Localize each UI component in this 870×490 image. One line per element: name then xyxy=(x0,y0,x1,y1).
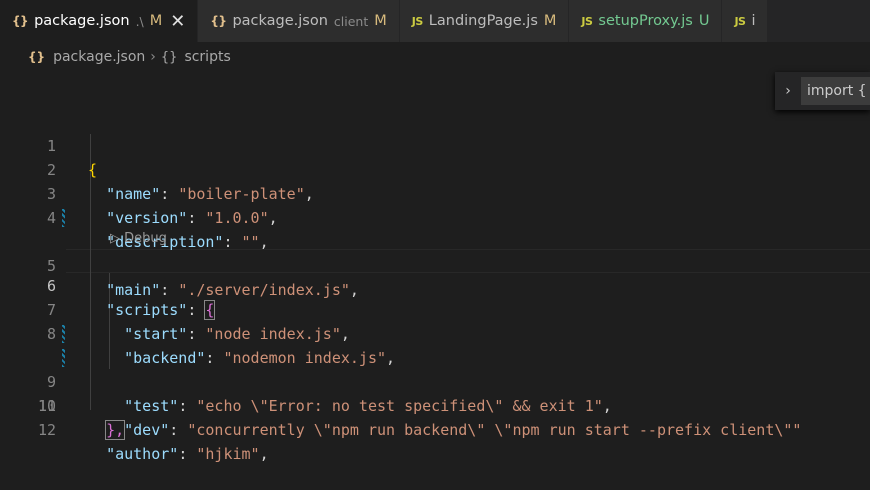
json-file-icon: {} xyxy=(28,50,46,64)
bracket: }, xyxy=(105,420,126,440)
tab-package-json-client[interactable]: {} package.json client M xyxy=(198,0,400,42)
js-file-icon: JS xyxy=(734,14,746,28)
tab-label: i xyxy=(751,13,756,29)
tab-label: package.json xyxy=(34,13,130,29)
json-file-icon: {} xyxy=(12,14,29,28)
code-line: 7 "start": "node index.js", xyxy=(0,274,870,343)
tab-setupproxy-js[interactable]: JS setupProxy.js U xyxy=(569,0,723,42)
tab-label: LandingPage.js xyxy=(428,13,538,29)
chevron-right-icon[interactable]: › xyxy=(775,83,801,99)
code-line: 11 }, xyxy=(0,370,870,440)
json-key: "dev" xyxy=(124,421,170,439)
modified-badge: M xyxy=(149,13,163,29)
tab-landingpage-js[interactable]: JS LandingPage.js M xyxy=(399,0,570,42)
object-icon: {} xyxy=(160,49,178,65)
breadcrumb-section[interactable]: scripts xyxy=(184,49,230,65)
code-editor[interactable]: 1 { 2 "name": "boiler-plate", 3 "version… xyxy=(0,110,870,463)
js-file-icon: JS xyxy=(411,14,424,28)
breadcrumb-file[interactable]: package.json xyxy=(53,49,145,65)
chevron-right-icon: › xyxy=(150,49,156,65)
line-number: 12 xyxy=(37,421,56,439)
json-value: "hjkim" xyxy=(196,445,260,463)
code-line: 9 "test": "echo \"Error: no test specifi… xyxy=(0,322,870,415)
code-line: 10 "dev": "concurrently \"npm run backen… xyxy=(0,346,870,439)
code-line: 5 "main": "./server/index.js", xyxy=(0,206,870,299)
breadcrumb: {} package.json › {} scripts xyxy=(0,42,870,72)
modified-badge: M xyxy=(543,13,557,29)
modified-line-marker[interactable] xyxy=(62,349,65,367)
json-value: "concurrently \"npm run backend\" \"npm … xyxy=(187,421,802,439)
debug-codelens[interactable]: ▷ Debug xyxy=(110,229,167,249)
find-widget: › import { j xyxy=(775,72,870,110)
tab-bar: {} package.json .\ M ✕ {} package.json c… xyxy=(0,0,870,42)
js-file-icon: JS xyxy=(581,14,593,28)
code-line: 1 { xyxy=(0,110,870,179)
tab-overflow[interactable]: JS i xyxy=(722,0,769,42)
tab-description: .\ xyxy=(135,13,144,29)
modified-badge: M xyxy=(374,13,387,29)
tab-package-json-root[interactable]: {} package.json .\ M ✕ xyxy=(0,0,199,42)
code-line: 3 "version": "1.0.0", xyxy=(0,158,870,227)
code-line: 12 "author": "hjkim", xyxy=(0,394,870,463)
find-input[interactable]: import { j xyxy=(801,77,870,105)
close-icon[interactable]: ✕ xyxy=(170,11,185,32)
code-line: 6 "scripts": { xyxy=(0,250,870,320)
json-value: "" xyxy=(241,233,260,251)
tab-label: setupProxy.js xyxy=(598,13,693,29)
tab-description: client xyxy=(333,13,369,29)
json-key: "author" xyxy=(106,445,179,463)
modified-line-marker[interactable] xyxy=(62,325,65,343)
code-line: 2 "name": "boiler-plate", xyxy=(0,134,870,203)
tab-label: package.json xyxy=(232,13,328,29)
code-line: 4 "description": "", xyxy=(0,182,870,251)
modified-line-marker[interactable] xyxy=(62,209,65,227)
untracked-badge: U xyxy=(698,13,710,29)
json-file-icon: {} xyxy=(210,14,227,28)
code-line: 8 "backend": "nodemon index.js", xyxy=(0,298,870,367)
